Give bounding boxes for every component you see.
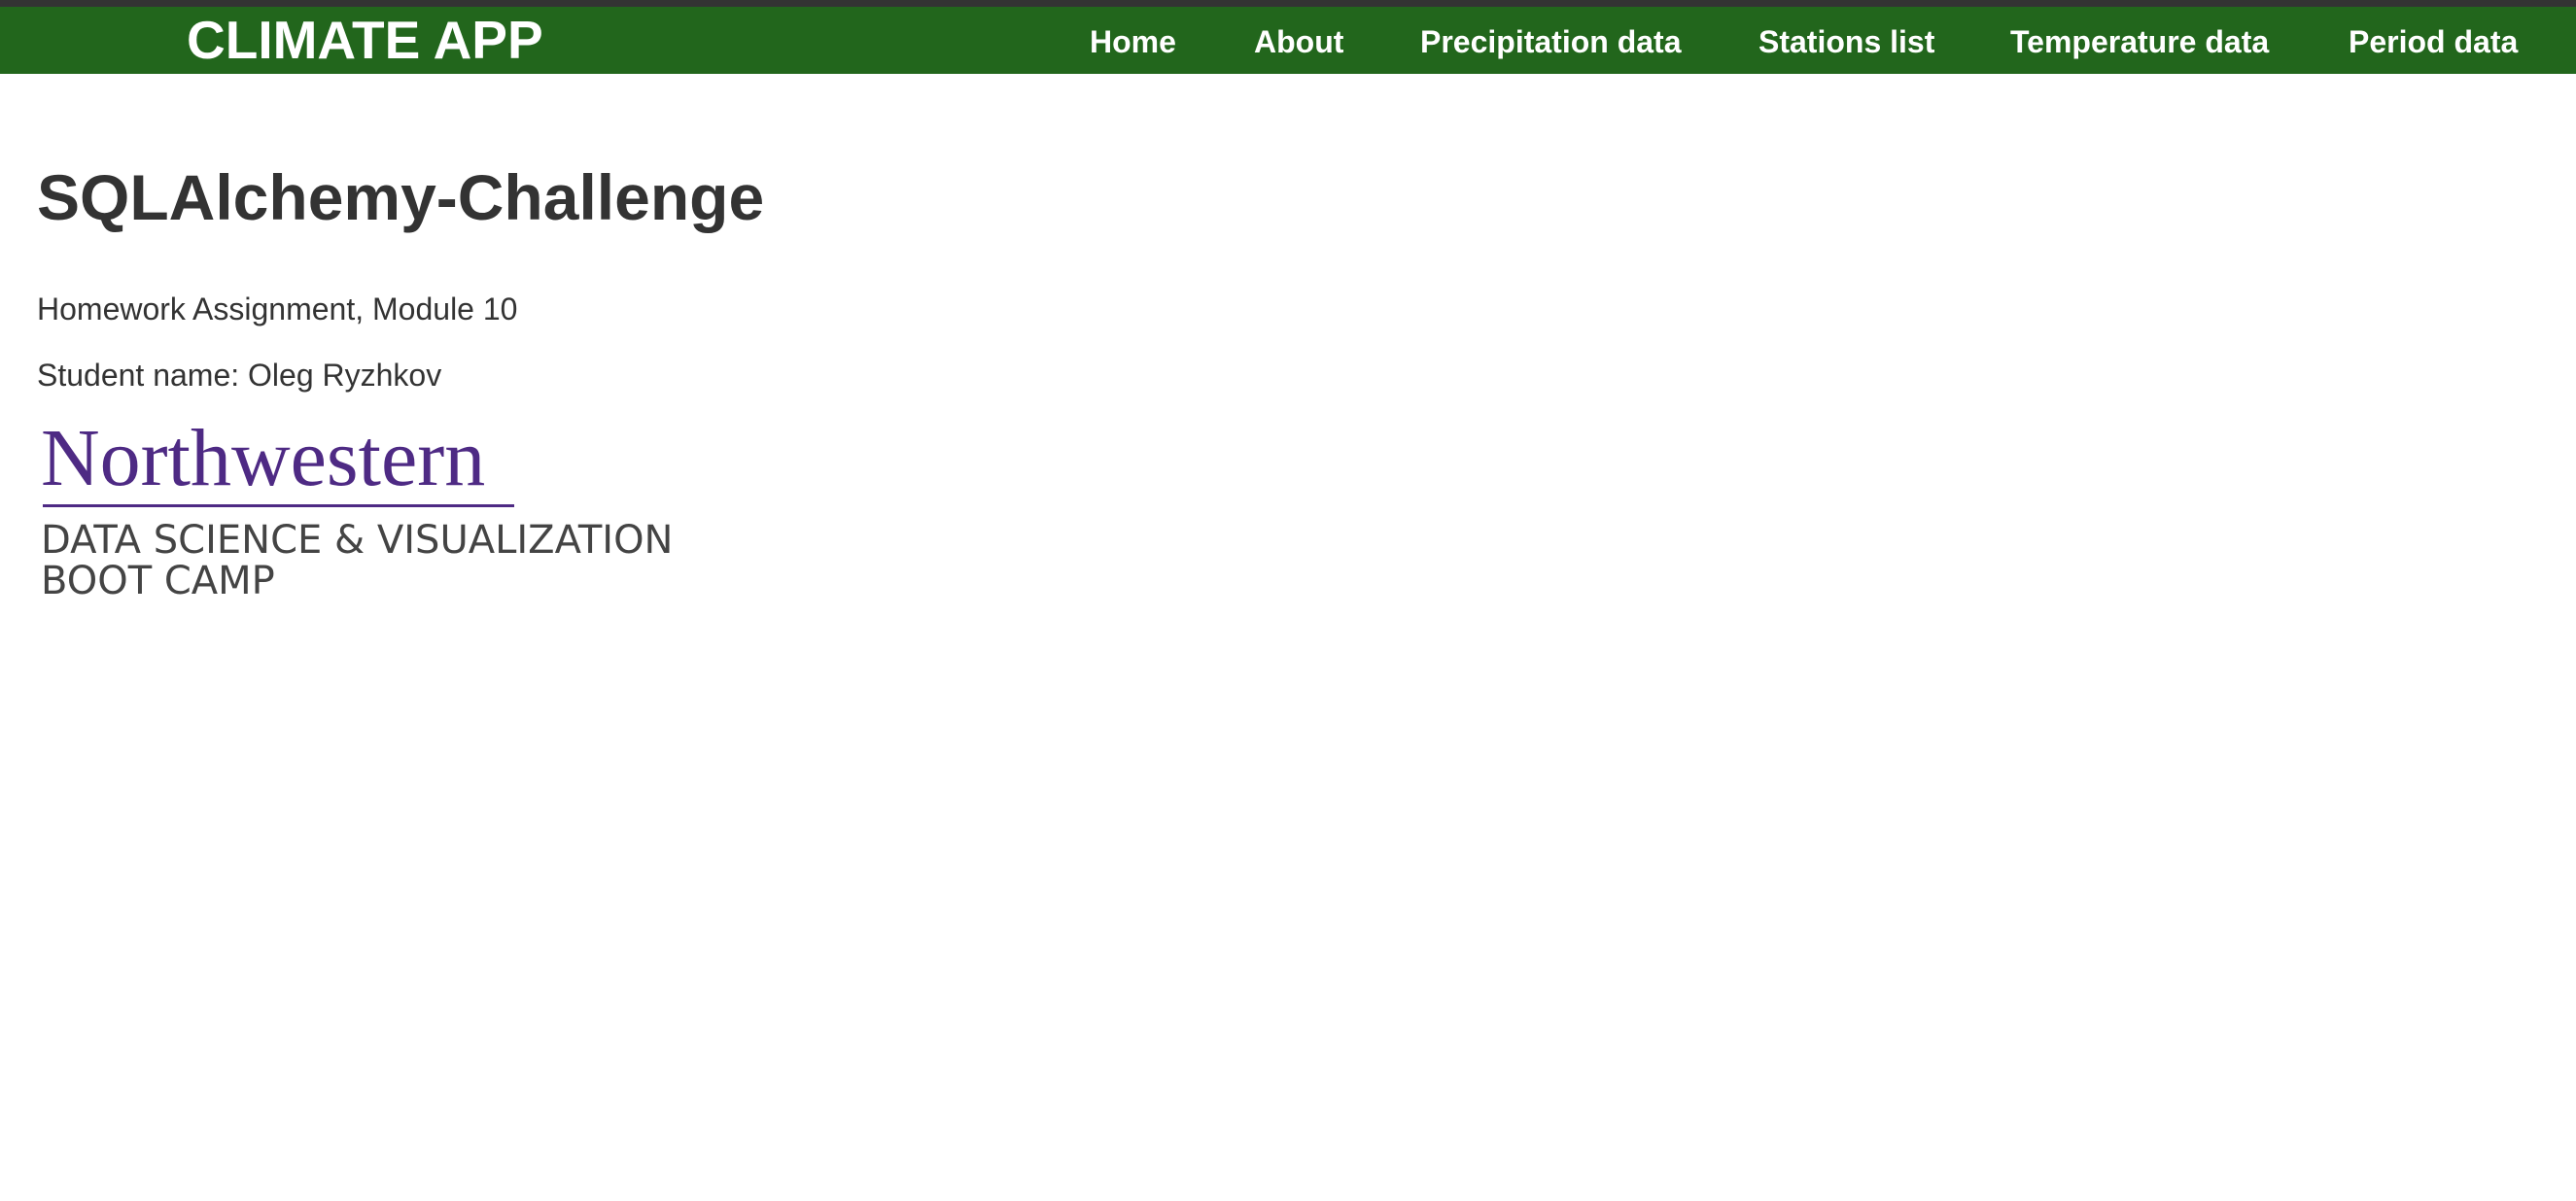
student-name-text: Student name: Oleg Ryzhkov <box>37 358 442 393</box>
main-content: SQLAlchemy-Challenge <box>37 165 764 229</box>
nav-link-period-data[interactable]: Period data <box>2349 7 2518 74</box>
nav-link-about[interactable]: About <box>1254 7 1343 74</box>
page-title: SQLAlchemy-Challenge <box>37 161 765 233</box>
nav-link-temperature-data[interactable]: Temperature data <box>2010 7 2269 74</box>
logo-wordmark: Northwestern <box>41 413 486 503</box>
logo-divider <box>43 504 514 507</box>
nav-link-precipitation-data[interactable]: Precipitation data <box>1420 7 1682 74</box>
nav-link-home[interactable]: Home <box>1090 7 1176 74</box>
logo-line-1: DATA SCIENCE & VISUALIZATION <box>41 518 674 563</box>
brand-link[interactable]: CLIMATE APP <box>187 7 543 74</box>
northwestern-logo: Northwestern DATA SCIENCE & VISUALIZATIO… <box>39 418 700 602</box>
top-strip <box>0 0 2576 7</box>
logo-line-2: BOOT CAMP <box>41 559 275 603</box>
assignment-text: Homework Assignment, Module 10 <box>37 292 518 326</box>
navbar: CLIMATE APP Home About Precipitation dat… <box>0 7 2576 74</box>
nav-link-stations-list[interactable]: Stations list <box>1758 7 1934 74</box>
